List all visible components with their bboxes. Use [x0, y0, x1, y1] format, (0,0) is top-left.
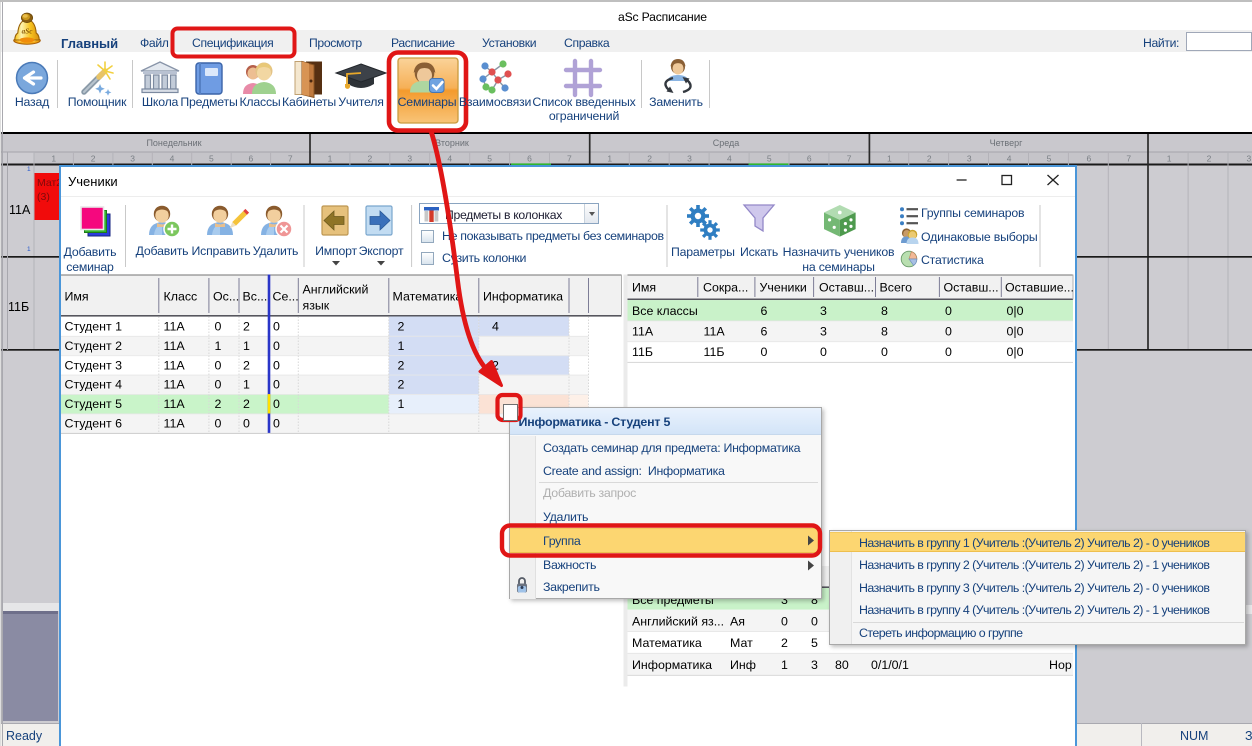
svg-text:Сокра...: Сокра... — [703, 281, 748, 295]
svg-text:0: 0 — [215, 378, 222, 392]
svg-text:Математика: Математика — [393, 290, 463, 304]
svg-text:8: 8 — [881, 304, 888, 318]
svg-text:0: 0 — [881, 345, 888, 359]
svg-text:11А: 11А — [164, 320, 186, 334]
svg-text:2: 2 — [215, 397, 222, 411]
svg-text:Английский: Английский — [303, 283, 369, 297]
svg-text:0: 0 — [273, 397, 280, 411]
svg-text:0: 0 — [273, 378, 280, 392]
svg-text:11А: 11А — [164, 397, 186, 411]
svg-text:Студент 3: Студент 3 — [65, 358, 123, 372]
svg-text:2: 2 — [781, 636, 788, 650]
svg-text:11А: 11А — [632, 325, 654, 339]
svg-text:0: 0 — [811, 615, 818, 629]
svg-text:80: 80 — [835, 658, 849, 672]
svg-text:1: 1 — [398, 339, 405, 353]
svg-text:0: 0 — [945, 325, 952, 339]
svg-text:0|0: 0|0 — [1007, 325, 1024, 339]
svg-text:Математика: Математика — [632, 636, 702, 650]
svg-text:0: 0 — [243, 417, 250, 431]
svg-text:1: 1 — [243, 378, 250, 392]
svg-text:11Б: 11Б — [632, 345, 653, 359]
svg-text:Мат: Мат — [730, 636, 753, 650]
svg-text:1: 1 — [398, 397, 405, 411]
svg-text:1: 1 — [215, 339, 222, 353]
svg-text:Оставш...: Оставш... — [819, 281, 874, 295]
svg-text:aSc: aSc — [22, 28, 34, 36]
svg-text:Студент 4: Студент 4 — [65, 378, 123, 392]
svg-text:Студент 6: Студент 6 — [65, 417, 123, 431]
svg-text:Вс...: Вс... — [243, 290, 268, 304]
svg-text:0/1/0/1: 0/1/0/1 — [871, 658, 909, 672]
svg-text:3: 3 — [811, 658, 818, 672]
svg-text:2: 2 — [398, 378, 405, 392]
svg-text:Нор: Нор — [1049, 658, 1072, 672]
svg-text:0: 0 — [215, 320, 222, 334]
svg-text:1: 1 — [781, 658, 788, 672]
svg-text:Студент 1: Студент 1 — [65, 320, 123, 334]
svg-text:Ая: Ая — [730, 615, 745, 629]
svg-text:11Б: 11Б — [704, 345, 725, 359]
svg-text:5: 5 — [811, 636, 818, 650]
svg-text:0: 0 — [273, 320, 280, 334]
svg-text:2: 2 — [243, 320, 250, 334]
svg-text:Имя: Имя — [65, 290, 89, 304]
svg-text:0: 0 — [761, 345, 768, 359]
svg-text:Имя: Имя — [632, 281, 656, 295]
svg-text:Се...: Се... — [273, 290, 299, 304]
svg-text:0|0: 0|0 — [1007, 304, 1024, 318]
svg-text:3: 3 — [820, 325, 827, 339]
svg-text:6: 6 — [761, 325, 768, 339]
svg-text:1: 1 — [243, 339, 250, 353]
svg-text:Оставшие...: Оставшие... — [1005, 281, 1074, 295]
svg-text:0: 0 — [215, 358, 222, 372]
svg-text:6: 6 — [761, 304, 768, 318]
svg-text:11А: 11А — [164, 339, 186, 353]
svg-text:0: 0 — [215, 417, 222, 431]
svg-text:Ученики: Ученики — [760, 281, 807, 295]
svg-text:0: 0 — [945, 345, 952, 359]
svg-text:0|0: 0|0 — [1007, 345, 1024, 359]
svg-text:2: 2 — [398, 358, 405, 372]
svg-text:Студент 5: Студент 5 — [65, 397, 123, 411]
svg-text:0: 0 — [273, 339, 280, 353]
svg-text:Английский яз...: Английский яз... — [632, 615, 724, 629]
svg-text:3: 3 — [820, 304, 827, 318]
svg-text:Ос...: Ос... — [213, 290, 239, 304]
svg-text:Студент 2: Студент 2 — [65, 339, 123, 353]
svg-text:Все классы: Все классы — [632, 304, 698, 318]
svg-text:4: 4 — [492, 320, 499, 334]
svg-text:2: 2 — [243, 397, 250, 411]
svg-text:11А: 11А — [164, 417, 186, 431]
svg-text:Класс: Класс — [164, 290, 198, 304]
svg-text:2: 2 — [492, 358, 499, 372]
svg-text:язык: язык — [303, 299, 330, 313]
svg-text:0: 0 — [820, 345, 827, 359]
svg-text:Инф: Инф — [730, 658, 756, 672]
svg-text:2: 2 — [398, 320, 405, 334]
svg-text:0: 0 — [945, 304, 952, 318]
svg-text:Информатика: Информатика — [632, 658, 712, 672]
svg-text:0: 0 — [273, 417, 280, 431]
svg-text:0: 0 — [781, 615, 788, 629]
svg-text:0: 0 — [273, 358, 280, 372]
svg-text:Оставш...: Оставш... — [944, 281, 999, 295]
svg-text:11А: 11А — [704, 325, 726, 339]
svg-text:Информатика: Информатика — [483, 290, 563, 304]
svg-text:11А: 11А — [164, 358, 186, 372]
svg-text:Всего: Всего — [880, 281, 913, 295]
svg-text:8: 8 — [881, 325, 888, 339]
svg-text:2: 2 — [243, 358, 250, 372]
svg-text:11А: 11А — [164, 378, 186, 392]
